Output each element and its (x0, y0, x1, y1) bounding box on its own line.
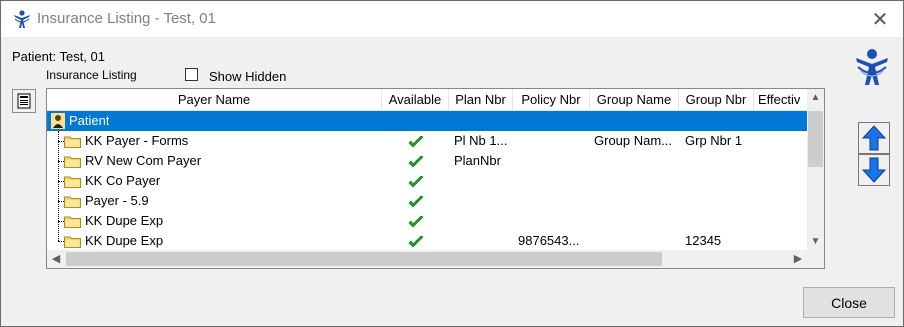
patient-label: Patient: Test, 01 (12, 49, 105, 64)
scroll-right-icon[interactable]: ▶ (789, 250, 807, 268)
table-row[interactable]: KK Co Payer (47, 171, 807, 191)
available-cell (382, 211, 449, 231)
horizontal-scrollbar[interactable]: ◀ ▶ (47, 250, 807, 268)
insurance-listing-label: Insurance Listing (46, 68, 137, 82)
policy-nbr-cell: 9876543... (518, 233, 580, 248)
checkmark-icon (408, 215, 424, 227)
policy-nbr-cell (513, 211, 590, 231)
plan-nbr-cell: Pl Nb 1... (454, 133, 508, 148)
folder-icon (64, 156, 81, 168)
table-row[interactable]: RV New Com Payer PlanNbr (47, 151, 807, 171)
checkmark-icon (408, 195, 424, 207)
window-title: Insurance Listing - Test, 01 (37, 10, 216, 27)
effective-cell (754, 131, 807, 151)
table-row[interactable]: KK Dupe Exp 9876543... 12345 (47, 231, 807, 251)
show-hidden-checkbox[interactable] (185, 68, 198, 81)
show-hidden-label[interactable]: Show Hidden (209, 69, 286, 84)
policy-nbr-cell (513, 191, 590, 211)
grid-header: Payer Name Available Plan Nbr Policy Nbr… (47, 89, 807, 111)
payer-name-cell: KK Payer - Forms (85, 133, 189, 148)
folder-icon (64, 236, 81, 248)
payer-name-cell: KK Dupe Exp (85, 233, 164, 248)
scroll-left-icon[interactable]: ◀ (47, 250, 65, 268)
col-plan-nbr[interactable]: Plan Nbr (449, 89, 513, 111)
checkmark-icon (408, 155, 424, 167)
plan-nbr-cell: PlanNbr (454, 153, 501, 168)
group-nbr-cell (679, 191, 754, 211)
group-nbr-cell (679, 151, 754, 171)
group-name-cell (590, 171, 679, 191)
col-policy-nbr[interactable]: Policy Nbr (513, 89, 590, 111)
payer-name-cell: KK Co Payer (85, 173, 161, 188)
col-group-name[interactable]: Group Name (590, 89, 679, 111)
payer-name-cell: KK Dupe Exp (85, 213, 164, 228)
col-payer-name[interactable]: Payer Name (47, 89, 382, 111)
insurance-listing-window: Insurance Listing - Test, 01 ✕ Patient: … (0, 0, 904, 327)
plan-nbr-cell (449, 231, 513, 251)
available-cell (382, 131, 449, 151)
arrow-down-icon (862, 157, 886, 183)
group-nbr-cell (679, 171, 754, 191)
policy-nbr-cell (513, 151, 590, 171)
group-name-cell (590, 231, 679, 251)
group-name-cell (590, 191, 679, 211)
available-cell (382, 191, 449, 211)
effective-cell (754, 231, 807, 251)
table-row[interactable]: KK Payer - Forms Pl Nb 1... Group Nam... Gr… (47, 131, 807, 151)
plan-nbr-cell (449, 191, 513, 211)
move-down-button[interactable] (858, 154, 890, 186)
scroll-down-icon[interactable]: ▼ (807, 233, 824, 251)
available-cell (382, 231, 449, 251)
document-icon (17, 93, 31, 109)
policy-nbr-cell (513, 131, 590, 151)
effective-cell (754, 191, 807, 211)
document-view-button[interactable] (12, 89, 36, 113)
app-logo-icon (856, 49, 888, 85)
close-button[interactable]: Close (803, 287, 895, 318)
table-row[interactable]: KK Dupe Exp (47, 211, 807, 231)
col-available[interactable]: Available (382, 89, 449, 111)
group-name-cell (590, 211, 679, 231)
payer-name-cell: Payer - 5.9 (85, 193, 149, 208)
tree-root-patient[interactable]: Patient (47, 111, 807, 131)
arrow-up-icon (862, 125, 886, 151)
col-effective[interactable]: Effectiv (754, 89, 807, 111)
scroll-up-icon[interactable]: ▲ (807, 89, 824, 107)
group-nbr-cell: 12345 (685, 233, 722, 248)
folder-icon (64, 136, 81, 148)
patient-icon (51, 113, 65, 129)
available-cell (382, 151, 449, 171)
folder-icon (64, 196, 81, 208)
close-window-icon[interactable]: ✕ (857, 1, 903, 37)
plan-nbr-cell (449, 211, 513, 231)
effective-cell (754, 171, 807, 191)
effective-cell (754, 211, 807, 231)
checkmark-icon (408, 135, 424, 147)
checkmark-icon (408, 235, 424, 247)
plan-nbr-cell (449, 171, 513, 191)
vertical-scroll-thumb[interactable] (808, 111, 823, 167)
checkmark-icon (408, 175, 424, 187)
folder-icon (64, 176, 81, 188)
vertical-scrollbar[interactable]: ▲ ▼ (807, 89, 824, 251)
move-up-button[interactable] (858, 122, 890, 154)
policy-nbr-cell (513, 171, 590, 191)
title-bar: Insurance Listing - Test, 01 ✕ (1, 1, 903, 37)
horizontal-scroll-thumb[interactable] (66, 252, 662, 266)
col-group-nbr[interactable]: Group Nbr (679, 89, 754, 111)
scroll-corner (807, 250, 824, 268)
group-name-cell: Group Nam... (594, 133, 673, 148)
grid-rows: Patient KK Payer - Forms Pl Nb 1... Group … (47, 111, 807, 251)
insurance-grid[interactable]: Payer Name Available Plan Nbr Policy Nbr… (46, 88, 825, 269)
person-logo-icon (12, 9, 32, 29)
folder-icon (64, 216, 81, 228)
effective-cell (754, 151, 807, 171)
table-row[interactable]: Payer - 5.9 (47, 191, 807, 211)
group-nbr-cell (679, 211, 754, 231)
group-name-cell (590, 151, 679, 171)
group-nbr-cell: Grp Nbr 1 (685, 133, 743, 148)
payer-name-cell: RV New Com Payer (85, 153, 202, 168)
available-cell (382, 171, 449, 191)
